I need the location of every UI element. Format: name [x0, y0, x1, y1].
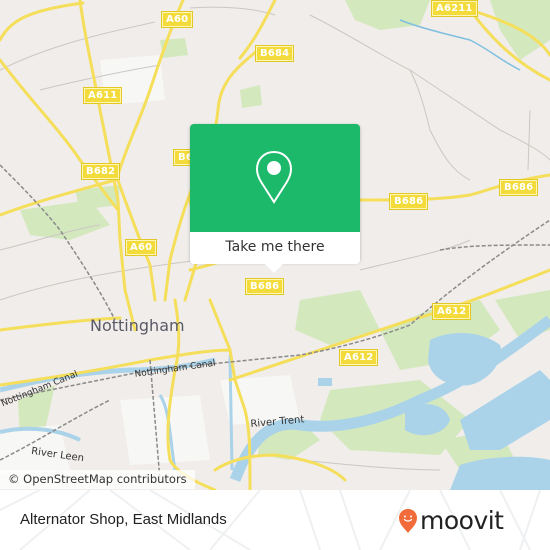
map-pin-icon: [255, 150, 293, 204]
road-label-b684: B684: [254, 45, 295, 62]
road-label-a612-mid: A612: [338, 349, 379, 366]
road-label-b682: B682: [80, 163, 121, 180]
popup-pointer: [265, 264, 283, 273]
moovit-smiley-pin-icon: [399, 508, 417, 533]
location-popup[interactable]: Take me there: [190, 124, 360, 273]
road-label-b686-south: B686: [244, 278, 285, 295]
attribution-text: © OpenStreetMap contributors: [8, 472, 187, 486]
moovit-logo[interactable]: moovit: [398, 506, 504, 535]
city-label-nottingham: Nottingham: [90, 316, 185, 335]
road-label-a60-south: A60: [124, 239, 158, 256]
place-name: Alternator Shop, East Midlands: [20, 511, 227, 528]
moovit-wordmark: moovit: [420, 506, 504, 535]
road-label-a6211: A6211: [431, 0, 478, 17]
road-label-a611: A611: [82, 87, 123, 104]
road-label-b686-east: B686: [498, 179, 539, 196]
road-label-a60-north: A60: [160, 11, 194, 28]
road-label-a612-east: A612: [431, 303, 472, 320]
map-view[interactable]: A60 A6211 B684 A611 B68 B682 B686 B686 A…: [0, 0, 550, 490]
take-me-there-button[interactable]: Take me there: [190, 232, 360, 273]
road-label-b686-mid: B686: [388, 193, 429, 210]
map-attribution[interactable]: © OpenStreetMap contributors: [0, 470, 195, 489]
popup-header: [190, 124, 360, 232]
take-me-there-label: Take me there: [225, 239, 325, 255]
footer-bar: Alternator Shop, East Midlands moovit: [0, 490, 550, 550]
